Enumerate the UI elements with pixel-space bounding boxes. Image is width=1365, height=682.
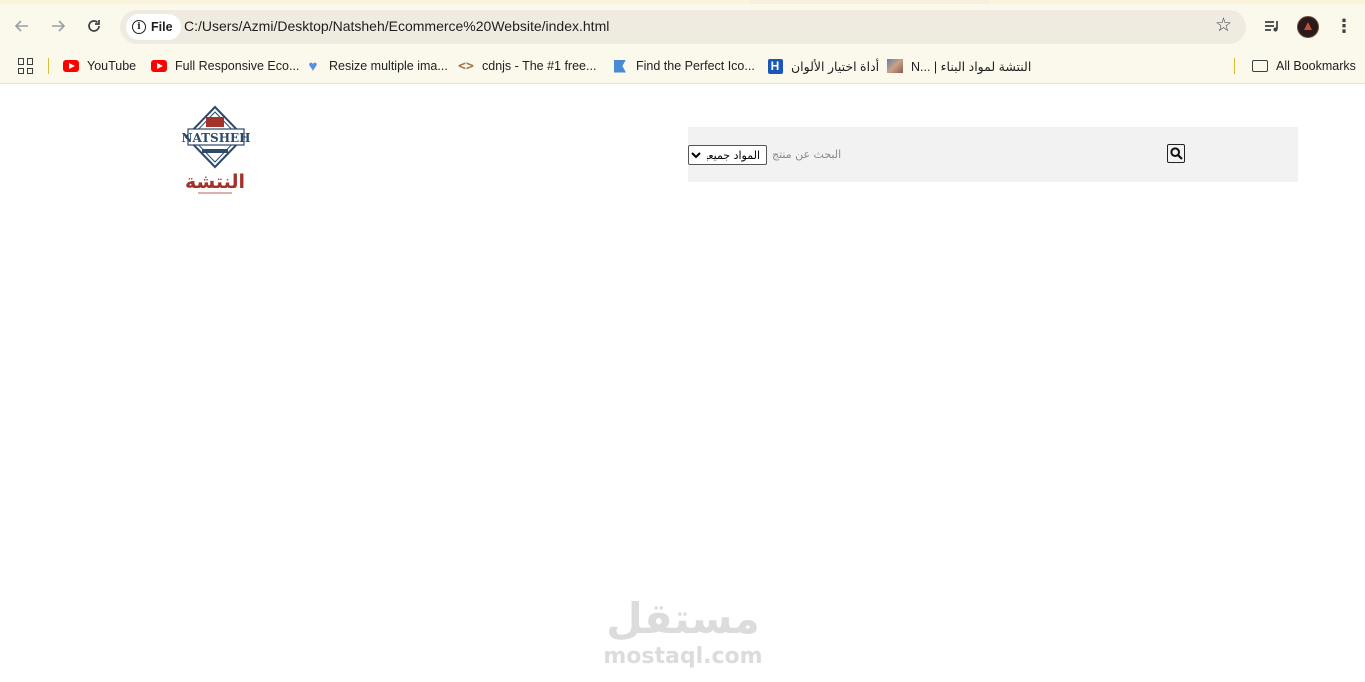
bookmark-natsheh[interactable]: N... | النتشة لمواد البناء — [887, 56, 1031, 76]
all-bookmarks-button[interactable]: All Bookmarks — [1252, 56, 1356, 76]
thumbnail-icon — [887, 58, 903, 74]
bookmark-resize-images[interactable]: ♥ Resize multiple ima... — [305, 56, 448, 76]
apps-grid-icon[interactable] — [18, 58, 34, 74]
search-icon — [1169, 147, 1183, 160]
reload-icon[interactable] — [82, 14, 106, 38]
logo-latin-text: NATSHEH — [181, 131, 250, 145]
site-chip-label: File — [151, 20, 173, 34]
logo-arabic-text: النتشة — [185, 171, 245, 193]
code-icon: <> — [458, 58, 474, 74]
category-select[interactable]: المواد جميعها — [688, 145, 767, 165]
bookmark-youtube[interactable]: YouTube — [63, 56, 136, 76]
bookmark-label: Resize multiple ima... — [329, 59, 448, 73]
flag-icon — [612, 58, 628, 74]
info-icon: i — [132, 20, 146, 34]
folder-icon — [1252, 58, 1268, 74]
bookmark-find-icons[interactable]: Find the Perfect Ico... — [612, 56, 755, 76]
search-button[interactable] — [1167, 144, 1185, 163]
site-info-chip[interactable]: i File — [126, 14, 181, 40]
bookmarks-separator — [1234, 58, 1235, 74]
bookmark-label: أداة اختيار الألوان — [791, 59, 880, 74]
youtube-icon — [151, 58, 167, 74]
bookmark-label: cdnjs - The #1 free... — [482, 59, 597, 73]
all-bookmarks-label: All Bookmarks — [1276, 59, 1356, 73]
bookmark-label: Find the Perfect Ico... — [636, 59, 755, 73]
avatar[interactable] — [1297, 16, 1319, 38]
h-icon: H — [767, 58, 783, 74]
bookmark-label: N... | النتشة لمواد البناء — [911, 59, 1032, 74]
bookmark-full-responsive[interactable]: Full Responsive Eco... — [151, 56, 299, 76]
site-logo[interactable]: NATSHEH النتشة — [178, 105, 258, 197]
page-content: NATSHEH النتشة المواد جميعها مستقل mosta… — [0, 85, 1365, 682]
bookmark-color-picker[interactable]: H أداة اختيار الألوان — [767, 56, 879, 76]
bookmarks-bar: YouTube Full Responsive Eco... ♥ Resize … — [0, 48, 1365, 84]
kebab-menu-icon[interactable]: ⋮ — [1334, 14, 1354, 38]
bookmarks-separator — [48, 58, 49, 74]
bookmark-label: Full Responsive Eco... — [175, 59, 300, 73]
media-queue-icon[interactable] — [1260, 14, 1284, 38]
bookmark-label: YouTube — [87, 59, 137, 73]
browser-toolbar: i File C:/Users/Azmi/Desktop/Natsheh/Eco… — [0, 4, 1365, 48]
mostaql-watermark: مستقل mostaql.com — [603, 594, 762, 669]
address-bar[interactable]: i File C:/Users/Azmi/Desktop/Natsheh/Eco… — [120, 10, 1246, 44]
search-input[interactable] — [772, 144, 1162, 164]
bookmark-cdnjs[interactable]: <> cdnjs - The #1 free... — [458, 56, 596, 76]
forward-arrow-icon[interactable] — [46, 14, 70, 38]
search-bar: المواد جميعها — [688, 127, 1298, 182]
youtube-icon — [63, 58, 79, 74]
watermark-latin-text: mostaql.com — [603, 644, 762, 669]
back-arrow-icon[interactable] — [10, 14, 34, 38]
url-text[interactable]: C:/Users/Azmi/Desktop/Natsheh/Ecommerce%… — [184, 18, 609, 34]
star-icon[interactable]: ☆ — [1215, 16, 1232, 36]
watermark-arabic-text: مستقل — [606, 594, 760, 643]
heart-icon: ♥ — [308, 57, 318, 75]
